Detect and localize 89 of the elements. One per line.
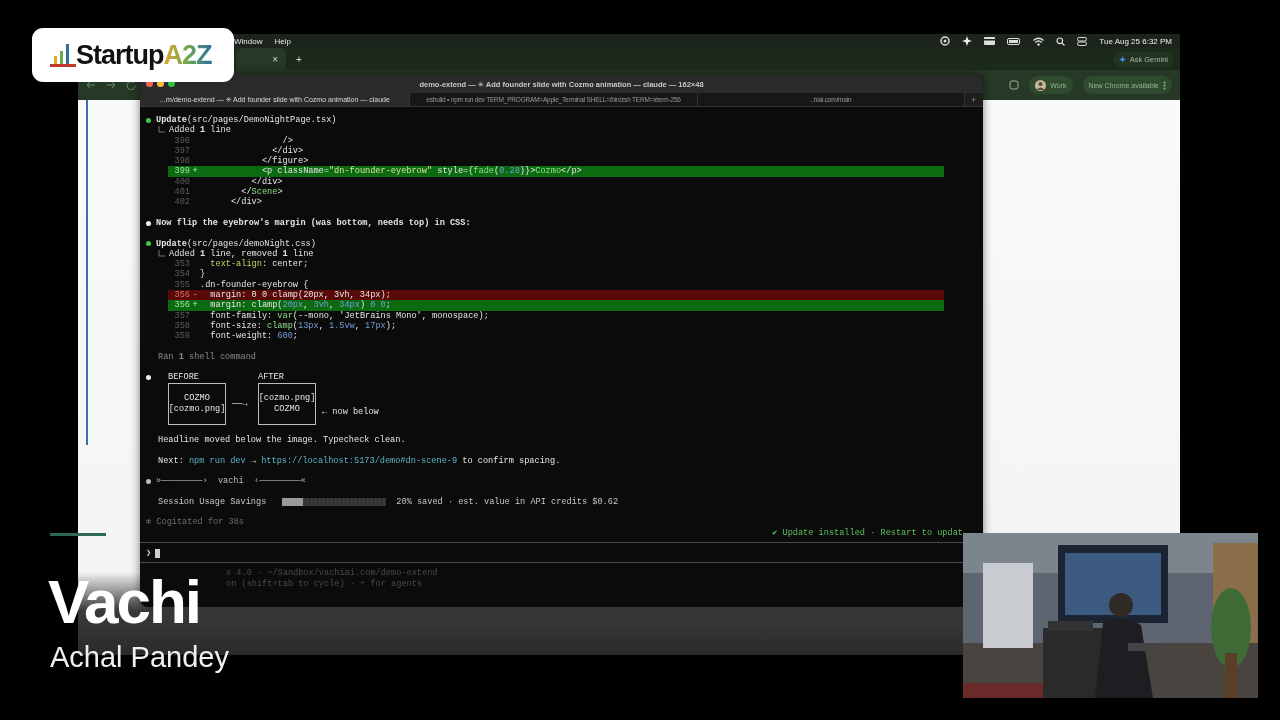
line-number: 356 bbox=[173, 300, 190, 311]
diagram-label: BEFORE bbox=[168, 372, 200, 383]
line-number: 353 bbox=[173, 259, 190, 270]
box-label: COZMO bbox=[184, 393, 210, 404]
code-text: font-weight: 600; bbox=[209, 331, 298, 342]
code-text: <p className="dn-founder-eyebrow" style={fade(0.28)}>Cozmo</p> bbox=[260, 166, 582, 177]
code-text: /> bbox=[281, 135, 293, 146]
code-text: </figure> bbox=[260, 156, 309, 167]
avatar-icon bbox=[1035, 79, 1047, 91]
note-text: Ran 1 shell command bbox=[158, 351, 256, 363]
code-text: margin: clamp(20px, 3vh, 34px) 0 0; bbox=[209, 300, 391, 311]
arrow-text: ──→ bbox=[232, 398, 248, 409]
browser-tab[interactable]: × bbox=[236, 48, 286, 70]
code-text: } bbox=[200, 269, 206, 280]
edit-summary: Added 1 line, removed 1 line bbox=[169, 248, 314, 259]
search-icon[interactable] bbox=[1056, 36, 1066, 46]
code-text: .dn-founder-eyebrow { bbox=[200, 279, 309, 290]
menu-item[interactable]: Help bbox=[274, 36, 291, 46]
speaker-name: Vachi bbox=[48, 577, 200, 628]
toggle-icon[interactable] bbox=[1077, 36, 1088, 46]
diff-sign: - bbox=[191, 290, 199, 301]
line-number: 359 bbox=[173, 331, 190, 342]
sparkle-icon[interactable] bbox=[962, 36, 973, 46]
result-text: Headline moved below the image. Typecheck clean. bbox=[158, 435, 406, 446]
code-text: </div> bbox=[271, 145, 304, 156]
wifi-icon[interactable] bbox=[1033, 36, 1045, 46]
box-label: COZMO bbox=[274, 403, 300, 414]
bullet-icon bbox=[146, 220, 151, 226]
status-text: ✻ Cogitated for 38s bbox=[146, 517, 244, 528]
line-number: 396 bbox=[173, 135, 190, 146]
tool-call: Update(src/pages/DemoNightPage.tsx) bbox=[156, 115, 337, 125]
reload-icon[interactable] bbox=[126, 80, 136, 90]
usage-label: Session Usage Savings bbox=[158, 496, 267, 508]
diff-sign: + bbox=[191, 166, 199, 177]
diagram-label: AFTER bbox=[258, 372, 285, 383]
line-number: 354 bbox=[173, 269, 190, 280]
bullet-icon bbox=[146, 478, 151, 484]
code-text: text-align: center; bbox=[209, 259, 309, 270]
tool-call: Update(src/pages/demoNight.css) bbox=[156, 238, 316, 249]
bullet-icon bbox=[146, 375, 151, 381]
connector-icon bbox=[158, 250, 166, 258]
prompt-symbol: ❯ bbox=[146, 548, 152, 559]
line-number: 402 bbox=[173, 197, 190, 208]
extension-icon[interactable] bbox=[1009, 80, 1020, 90]
forward-icon[interactable] bbox=[106, 80, 116, 90]
line-number: 399 bbox=[173, 166, 190, 177]
new-tab-button[interactable]: + bbox=[296, 53, 302, 65]
menu-item[interactable]: Window bbox=[234, 36, 263, 46]
more-icon bbox=[1163, 80, 1166, 90]
box-label: [cozmo.png] bbox=[258, 393, 316, 404]
line-number: 401 bbox=[173, 187, 190, 198]
text-cursor bbox=[155, 548, 161, 558]
gear-icon[interactable] bbox=[940, 36, 951, 46]
code-text: </div> bbox=[250, 176, 283, 187]
line-number: 358 bbox=[173, 320, 190, 332]
status-dot-icon bbox=[146, 117, 151, 123]
edit-summary: Added 1 line bbox=[169, 125, 231, 136]
menu-clock: Tue Aug 25 6:32 PM bbox=[1099, 36, 1172, 46]
close-tab-button[interactable]: × bbox=[272, 53, 278, 65]
card-icon[interactable] bbox=[984, 37, 996, 45]
box-label: [cozmo.png] bbox=[168, 403, 226, 414]
line-number: 397 bbox=[173, 145, 190, 157]
code-text: margin: 0 0 clamp(20px, 3vh, 34px); bbox=[209, 290, 391, 301]
usage-reading: 20% saved · est. value in API credits $0.62 bbox=[396, 496, 619, 508]
banner-text: »────────› vachi ‹────────« bbox=[156, 476, 306, 487]
line-number: 356 bbox=[173, 290, 190, 301]
line-number: 400 bbox=[173, 176, 190, 188]
next-step-text: Next: npm run dev → https://localhost:5173/demo#dn-scene-9 to confirm spacing. bbox=[158, 455, 561, 466]
update-notice: ✔ Update installed · Restart to updat bbox=[772, 527, 963, 538]
new-tab-button[interactable]: + bbox=[965, 93, 983, 106]
code-text: font-size: clamp(13px, 1.5vw, 17px); bbox=[209, 320, 397, 331]
line-number: 355 bbox=[173, 279, 190, 291]
bar-chart-icon bbox=[50, 42, 76, 68]
status-dot-icon bbox=[146, 241, 151, 247]
url-link[interactable]: https://localhost:5173/demo#dn-scene-9 bbox=[261, 455, 458, 466]
diagram-note: ← now below bbox=[322, 406, 379, 417]
code-text: font-family: var(--mono, 'JetBrains Mono', monospace); bbox=[209, 310, 489, 321]
diff-sign: + bbox=[191, 300, 199, 311]
code-text: </Scene> bbox=[241, 187, 283, 198]
code-text: </div> bbox=[229, 197, 262, 208]
sparkle-icon bbox=[1118, 55, 1126, 63]
connector-icon bbox=[158, 126, 166, 135]
message-text: Now flip the eyebrow's margin (was bottom, needs top) in CSS: bbox=[156, 217, 471, 229]
logo-text: Startup bbox=[76, 39, 164, 71]
line-number: 357 bbox=[173, 310, 190, 321]
line-number: 398 bbox=[173, 156, 190, 167]
back-icon[interactable] bbox=[86, 80, 96, 90]
battery-icon bbox=[1007, 37, 1022, 45]
speaker-subtitle: Achal Pandey bbox=[50, 642, 229, 673]
